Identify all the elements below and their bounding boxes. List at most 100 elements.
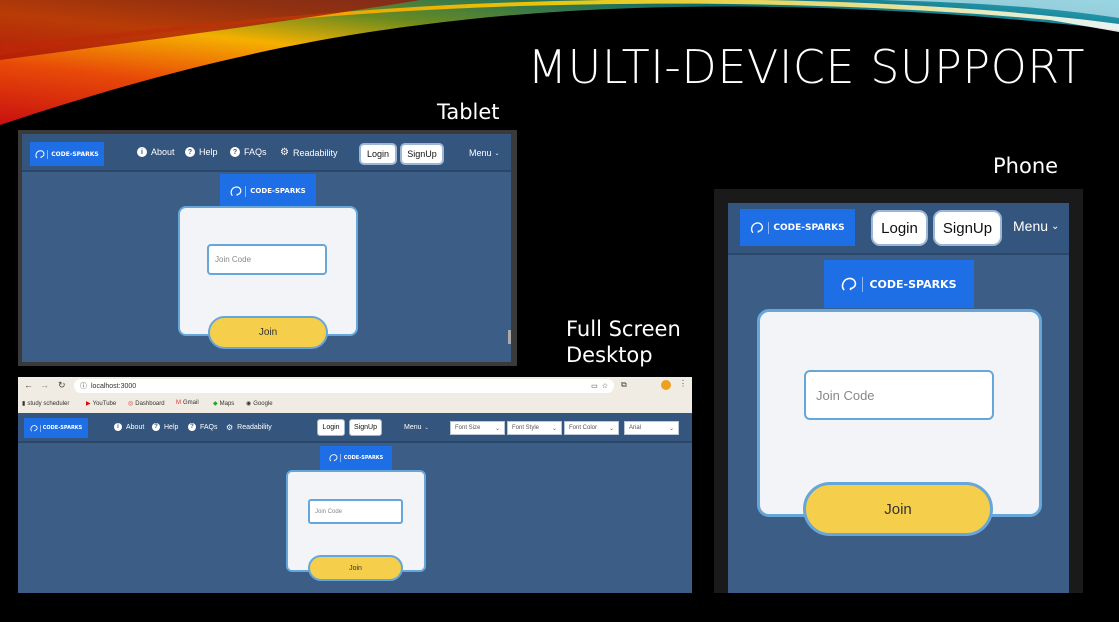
back-icon[interactable]: ←	[24, 380, 33, 390]
chevron-down-icon: ⌄	[668, 425, 674, 432]
login-button[interactable]: Login	[317, 419, 345, 436]
join-button[interactable]: Join	[208, 316, 328, 349]
bookmark-maps[interactable]: ◆ Maps	[213, 400, 235, 408]
globe-icon: ◉	[246, 401, 252, 407]
login-button[interactable]: Login	[871, 210, 928, 246]
font-color-select[interactable]: Font Color ⌄	[564, 421, 619, 435]
info-icon: i	[137, 147, 147, 157]
label-desktop-line1: Full Screen	[566, 317, 681, 341]
youtube-icon: ▶	[86, 401, 91, 407]
brand-banner-name: CODE-SPARKS	[869, 277, 957, 291]
menu-label: Menu	[404, 424, 422, 431]
profile-avatar[interactable]	[661, 380, 671, 390]
forward-icon[interactable]: →	[40, 380, 49, 390]
bookmark-label: YouTube	[92, 400, 117, 407]
reload-icon[interactable]: ↻	[58, 380, 66, 391]
menu-dropdown[interactable]: Menu ⌄	[469, 148, 500, 158]
nav-help-label: Help	[199, 147, 218, 157]
font-style-label: Font Style	[512, 425, 540, 431]
nav-help-label: Help	[164, 423, 179, 431]
dashboard-icon: ◎	[128, 401, 134, 407]
font-family-select[interactable]: Arial ⌄	[624, 421, 679, 435]
nav-help[interactable]: ? Help	[152, 423, 178, 431]
bookmark-youtube[interactable]: ▶ YouTube	[86, 400, 117, 408]
label-phone: Phone	[993, 154, 1059, 178]
nav-about-label: About	[151, 147, 175, 157]
menu-label: Menu	[1013, 218, 1049, 234]
chevron-down-icon: ⌄	[494, 150, 500, 157]
address-bar[interactable]: ⓘ localhost:3000 ▭ ☆	[74, 379, 614, 393]
brand-name: CODE-SPARKS	[773, 222, 845, 233]
slide: MULTI-DEVICE SUPPORT Tablet Phone Full S…	[0, 0, 1119, 622]
brain-icon	[30, 424, 41, 432]
nav-readability-label: Readability	[237, 424, 272, 431]
site-info-icon[interactable]: ⓘ	[80, 381, 87, 391]
font-size-select[interactable]: Font Size ⌄	[450, 421, 505, 435]
label-desktop: Full Screen Desktop	[566, 316, 681, 368]
signup-button[interactable]: SignUp	[933, 210, 1002, 246]
nav-help[interactable]: ? Help	[185, 147, 218, 157]
font-style-select[interactable]: Font Style ⌄	[507, 421, 562, 435]
brand-logo-button[interactable]: CODE-SPARKS	[30, 142, 104, 166]
brand-logo-button[interactable]: CODE-SPARKS	[740, 209, 855, 246]
cast-icon[interactable]: ▭	[591, 382, 598, 390]
join-code-input[interactable]: Join Code	[207, 244, 327, 275]
nav-readability[interactable]: ⚙ Readability	[226, 423, 272, 432]
chevron-down-icon: ⌄	[424, 424, 429, 431]
join-code-input[interactable]: Join Code	[308, 499, 403, 524]
login-button[interactable]: Login	[359, 143, 397, 165]
browser-menu-icon[interactable]: ⋮	[679, 379, 687, 388]
font-size-label: Font Size	[455, 425, 481, 431]
brand-name: CODE-SPARKS	[42, 425, 83, 431]
bookmark-label: study scheduler	[27, 400, 70, 407]
nav-faqs-label: FAQs	[200, 423, 218, 431]
font-family-label: Arial	[629, 425, 642, 431]
brand-banner-name: CODE-SPARKS	[343, 455, 384, 461]
menu-dropdown[interactable]: Menu ⌄	[1013, 218, 1059, 234]
maps-icon: ◆	[213, 401, 218, 407]
brand-banner-name: CODE-SPARKS	[250, 187, 306, 195]
join-button[interactable]: Join	[803, 482, 993, 536]
question-icon: ?	[188, 423, 196, 431]
tablet-screenshot: CODE-SPARKS i About ? Help ? FAQs ⚙ Readabil…	[18, 130, 517, 366]
bookmark-study-scheduler[interactable]: ▮ study scheduler	[22, 400, 70, 408]
brand-logo-button[interactable]: CODE-SPARKS	[24, 418, 88, 438]
info-icon: i	[114, 423, 122, 431]
chevron-down-icon: ⌄	[551, 425, 557, 432]
signup-button[interactable]: SignUp	[349, 419, 382, 436]
menu-dropdown[interactable]: Menu ⌄	[404, 424, 429, 431]
bookmark-label: Dashboard	[135, 400, 165, 407]
menu-label: Menu	[469, 148, 492, 158]
nav-readability-label: Readability	[292, 147, 338, 158]
nav-readability[interactable]: ⚙ Readability	[280, 147, 338, 158]
brand-banner: CODE-SPARKS	[320, 446, 392, 470]
phone-screenshot: CODE-SPARKS Login SignUp Menu ⌄ CODE-SPAR…	[714, 189, 1083, 593]
bookmark-gmail[interactable]: M Gmail	[176, 400, 199, 406]
join-code-input[interactable]: Join Code	[804, 370, 994, 420]
scrollbar[interactable]	[1073, 506, 1079, 532]
brain-icon	[750, 221, 770, 234]
star-icon[interactable]: ☆	[602, 382, 608, 390]
nav-about[interactable]: i About	[114, 423, 144, 431]
bookmark-label: Maps	[219, 400, 235, 407]
extensions-icon[interactable]: ⧉	[621, 380, 627, 390]
nav-faqs-label: FAQs	[244, 147, 267, 157]
bookmark-dashboard[interactable]: ◎ Dashboard	[128, 400, 165, 408]
scrollbar[interactable]	[508, 330, 511, 344]
nav-about[interactable]: i About	[137, 147, 175, 157]
signup-button[interactable]: SignUp	[400, 143, 444, 165]
brain-icon	[841, 276, 864, 292]
desktop-screenshot: ← → ↻ ⓘ localhost:3000 ▭ ☆ ⧉ ⋮ ▮ study sc…	[18, 377, 692, 593]
question-icon: ?	[230, 147, 240, 157]
nav-faqs[interactable]: ? FAQs	[188, 423, 218, 431]
brand-banner: CODE-SPARKS	[220, 174, 316, 208]
bookmark-label: Google	[253, 400, 273, 407]
chevron-down-icon: ⌄	[1051, 220, 1060, 232]
nav-about-label: About	[126, 423, 145, 431]
label-desktop-line2: Desktop	[566, 343, 653, 367]
font-color-label: Font Color	[569, 425, 598, 431]
join-button[interactable]: Join	[308, 555, 403, 581]
gears-icon: ⚙	[226, 423, 234, 432]
nav-faqs[interactable]: ? FAQs	[230, 147, 267, 157]
bookmark-google[interactable]: ◉ Google	[246, 400, 273, 408]
